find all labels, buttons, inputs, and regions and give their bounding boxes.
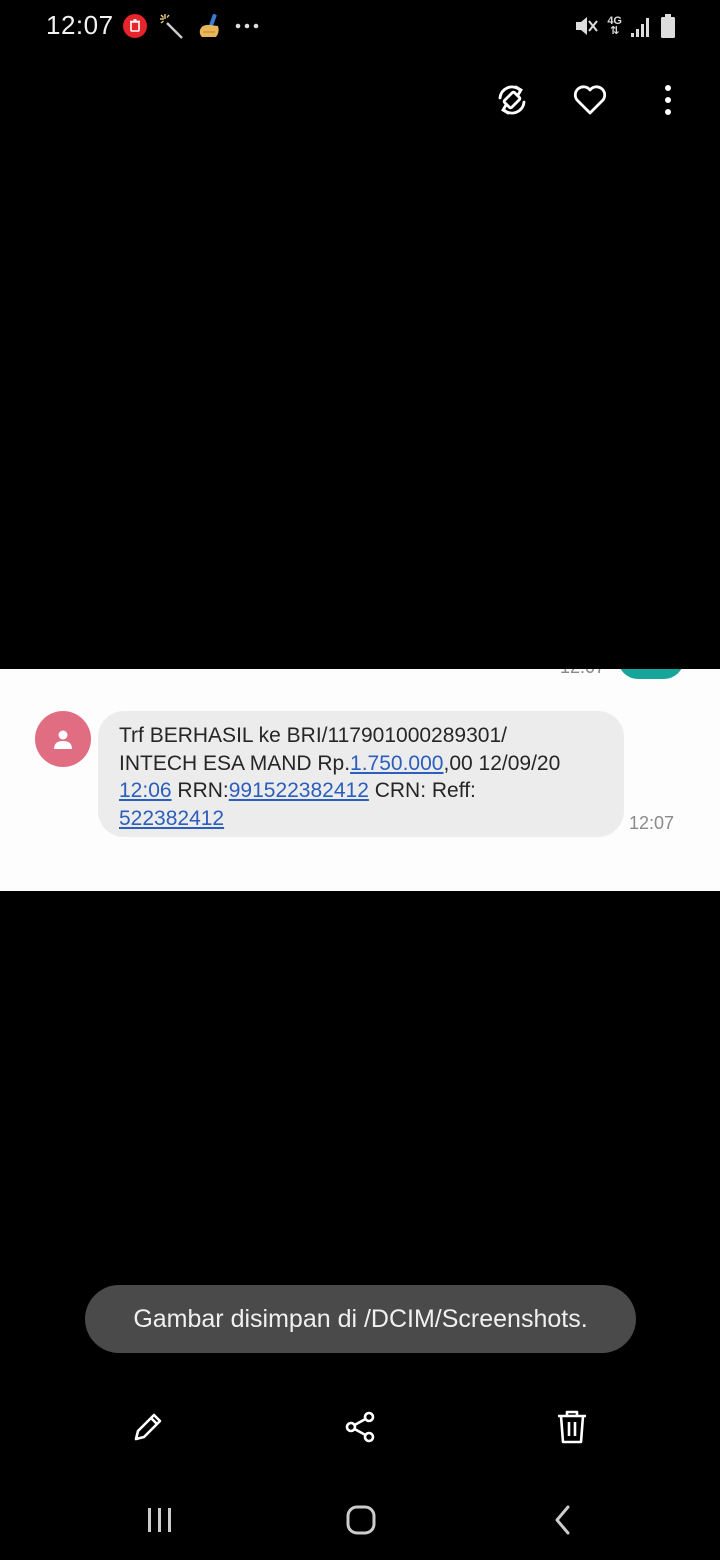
more-options-icon[interactable]	[646, 78, 690, 122]
message-text: CRN: Reff:	[368, 779, 476, 802]
rrn-link[interactable]: 991522382412	[229, 779, 369, 802]
network-type-label: 4G	[607, 15, 622, 27]
message-text: ,00 12/09/20	[443, 751, 561, 775]
reff-link[interactable]: 522382412	[119, 807, 224, 830]
share-icon[interactable]	[338, 1405, 382, 1449]
message-line-4: 522382412	[119, 805, 606, 833]
delete-trash-icon[interactable]	[550, 1405, 594, 1449]
home-icon[interactable]	[339, 1498, 383, 1542]
message-line-3: 12:06 RRN:991522382412 CRN: Reff:	[119, 777, 606, 805]
message-time: 12:07	[629, 813, 675, 833]
message-text: INTECH ESA MAND Rp.	[119, 751, 351, 775]
status-system-icons: 4G ⇅	[573, 12, 676, 40]
rotate-icon[interactable]	[490, 78, 534, 122]
status-time: 12:07	[46, 10, 114, 40]
mute-vibrate-icon	[573, 13, 599, 39]
toast-text: Gambar disimpan di /DCIM/Screenshots.	[133, 1304, 588, 1333]
edit-pencil-icon[interactable]	[126, 1405, 170, 1449]
network-4g-icon: 4G ⇅	[607, 15, 622, 37]
status-notification-icons	[122, 12, 260, 40]
more-dots-icon	[234, 21, 260, 31]
time-link[interactable]: 12:06	[119, 779, 172, 802]
recent-apps-icon[interactable]	[138, 1498, 182, 1542]
message-text: RRN:	[171, 779, 229, 802]
status-bar: 12:07 4G ⇅	[0, 0, 720, 52]
message-text: Trf BERHASIL ke BRI/117901000289301/	[119, 724, 507, 747]
cleaner-icon	[196, 12, 224, 40]
signal-icon	[630, 14, 652, 38]
favorite-heart-icon[interactable]	[568, 78, 612, 122]
avatar	[35, 711, 91, 767]
previous-message-bubble	[618, 669, 684, 679]
previous-message-time: 12:07	[560, 669, 605, 678]
saved-toast: Gambar disimpan di /DCIM/Screenshots.	[85, 1285, 636, 1353]
message-line-1: Trf BERHASIL ke BRI/117901000289301/	[119, 722, 606, 750]
screenshot-image[interactable]: 12:07 Trf BERHASIL ke BRI/11790100028930…	[0, 669, 720, 891]
message-line-2: INTECH ESA MAND Rp.1.750.000,00 12/09/20	[119, 750, 606, 778]
amount-link[interactable]: 1.750.000	[350, 752, 443, 775]
magic-wand-icon	[158, 12, 186, 40]
back-icon[interactable]	[541, 1498, 585, 1542]
delete-notification-icon	[122, 13, 148, 39]
message-bubble: Trf BERHASIL ke BRI/117901000289301/ INT…	[98, 711, 624, 837]
battery-icon	[660, 13, 676, 39]
viewer-top-toolbar	[490, 78, 690, 122]
contact-person-icon	[54, 730, 72, 749]
